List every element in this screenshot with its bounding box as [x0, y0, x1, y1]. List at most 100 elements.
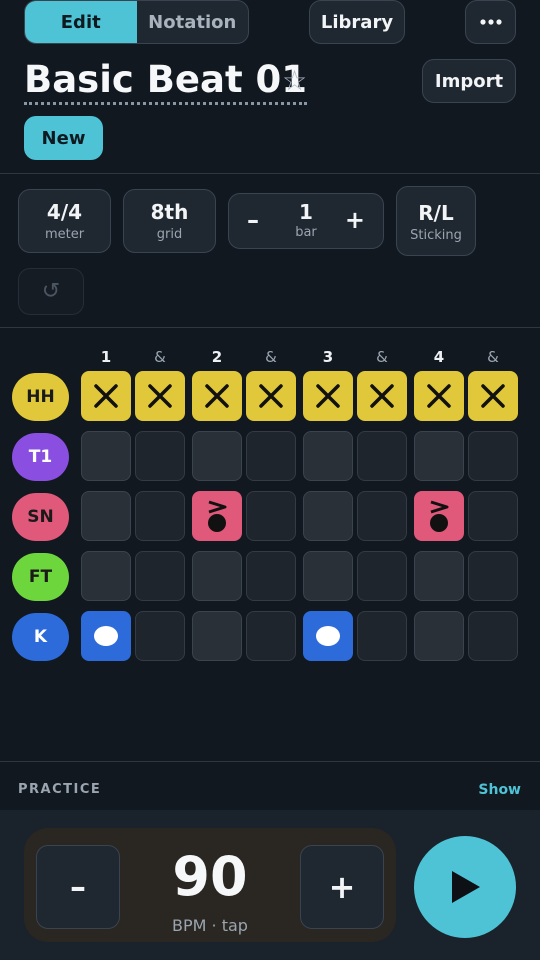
sticking-toggle[interactable]: R/L Sticking — [396, 186, 476, 256]
step-cell-t1[interactable] — [468, 431, 518, 481]
undo-button[interactable]: ↺ — [18, 268, 84, 315]
beat-count-label: 2 — [211, 348, 223, 366]
library-button[interactable]: Library — [309, 0, 405, 44]
play-button[interactable] — [414, 836, 516, 938]
practice-section-label: PRACTICE — [18, 782, 102, 797]
step-cell-ft[interactable] — [192, 551, 242, 601]
new-button[interactable]: New — [24, 116, 103, 160]
note-dot-icon — [316, 626, 340, 646]
step-cell-hh[interactable] — [135, 371, 185, 421]
cross-icon — [94, 384, 118, 408]
meter-value: 4/4 — [46, 200, 83, 224]
step-cell-ft[interactable] — [303, 551, 353, 601]
grid-value: 8th — [150, 200, 189, 224]
step-cell-sn[interactable] — [468, 491, 518, 541]
step-cell-k[interactable] — [192, 611, 242, 661]
lane-label-sn[interactable]: SN — [12, 493, 69, 541]
cross-icon — [481, 384, 505, 408]
undo-icon: ↺ — [41, 279, 61, 304]
tab-notation[interactable]: Notation — [137, 1, 249, 43]
divider — [0, 173, 540, 174]
step-cell-k[interactable] — [303, 611, 353, 661]
step-cell-ft[interactable] — [246, 551, 296, 601]
step-cell-sn[interactable] — [135, 491, 185, 541]
step-cell-t1[interactable] — [81, 431, 131, 481]
step-cell-hh[interactable] — [246, 371, 296, 421]
meter-label: meter — [44, 227, 85, 242]
step-cell-k[interactable] — [135, 611, 185, 661]
step-cell-sn[interactable] — [192, 491, 242, 541]
beat-title[interactable]: Basic Beat 01 — [24, 58, 308, 105]
step-cell-k[interactable] — [357, 611, 407, 661]
step-cell-k[interactable] — [246, 611, 296, 661]
cross-icon — [370, 384, 394, 408]
import-button[interactable]: Import — [422, 59, 516, 103]
step-cell-hh[interactable] — [414, 371, 464, 421]
step-cell-t1[interactable] — [357, 431, 407, 481]
tempo-increment-button[interactable]: + — [300, 845, 384, 929]
step-cell-k[interactable] — [414, 611, 464, 661]
star-outline-icon[interactable]: ☆ — [282, 64, 307, 97]
play-icon — [452, 871, 480, 903]
lane-label-t1[interactable]: T1 — [12, 433, 69, 481]
bar-increment-button[interactable]: + — [345, 206, 365, 234]
tab-edit[interactable]: Edit — [25, 1, 137, 43]
step-cell-k[interactable] — [468, 611, 518, 661]
divider — [0, 327, 540, 328]
cross-icon — [148, 384, 172, 408]
step-cell-sn[interactable] — [303, 491, 353, 541]
cross-icon — [427, 384, 451, 408]
step-cell-k[interactable] — [81, 611, 131, 661]
tempo-value[interactable]: 90 — [120, 845, 300, 908]
meter-selector[interactable]: 4/4 meter — [18, 189, 111, 253]
step-cell-ft[interactable] — [357, 551, 407, 601]
more-button[interactable] — [465, 0, 516, 44]
step-cell-sn[interactable] — [357, 491, 407, 541]
mode-tabs: Edit Notation — [24, 0, 249, 44]
bar-decrement-button[interactable]: – — [247, 206, 259, 234]
divider — [0, 761, 540, 762]
beat-count-label: & — [265, 348, 277, 366]
beat-count-label: & — [376, 348, 388, 366]
note-dot-icon — [94, 626, 118, 646]
practice-show-toggle[interactable]: Show — [478, 782, 521, 798]
step-cell-t1[interactable] — [414, 431, 464, 481]
sticking-value: R/L — [418, 201, 454, 225]
cross-icon — [205, 384, 229, 408]
tempo-decrement-button[interactable]: – — [36, 845, 120, 929]
step-cell-hh[interactable] — [192, 371, 242, 421]
bar-count-stepper: – 1 bar + — [228, 193, 384, 249]
tempo-label[interactable]: BPM · tap — [120, 916, 300, 935]
step-cell-sn[interactable] — [414, 491, 464, 541]
step-cell-hh[interactable] — [303, 371, 353, 421]
step-cell-t1[interactable] — [246, 431, 296, 481]
more-horizontal-icon — [479, 19, 502, 25]
step-cell-ft[interactable] — [135, 551, 185, 601]
beat-count-label: 3 — [322, 348, 334, 366]
lane-label-ft[interactable]: FT — [12, 553, 69, 601]
accent-note-icon — [208, 500, 227, 532]
step-cell-t1[interactable] — [303, 431, 353, 481]
step-cell-ft[interactable] — [81, 551, 131, 601]
cross-icon — [316, 384, 340, 408]
step-cell-sn[interactable] — [246, 491, 296, 541]
beat-count-label: 1 — [100, 348, 112, 366]
step-cell-hh[interactable] — [81, 371, 131, 421]
grid-selector[interactable]: 8th grid — [123, 189, 216, 253]
sticking-label: Sticking — [410, 228, 462, 243]
step-cell-hh[interactable] — [468, 371, 518, 421]
step-cell-sn[interactable] — [81, 491, 131, 541]
step-cell-ft[interactable] — [468, 551, 518, 601]
step-cell-t1[interactable] — [135, 431, 185, 481]
accent-note-icon — [430, 500, 449, 532]
beat-count-label: & — [154, 348, 166, 366]
beat-count-label: & — [487, 348, 499, 366]
beat-count-label: 4 — [433, 348, 445, 366]
lane-label-hh[interactable]: HH — [12, 373, 69, 421]
cross-icon — [259, 384, 283, 408]
step-cell-ft[interactable] — [414, 551, 464, 601]
step-cell-hh[interactable] — [357, 371, 407, 421]
lane-label-k[interactable]: K — [12, 613, 69, 661]
grid-label: grid — [156, 227, 183, 242]
step-cell-t1[interactable] — [192, 431, 242, 481]
